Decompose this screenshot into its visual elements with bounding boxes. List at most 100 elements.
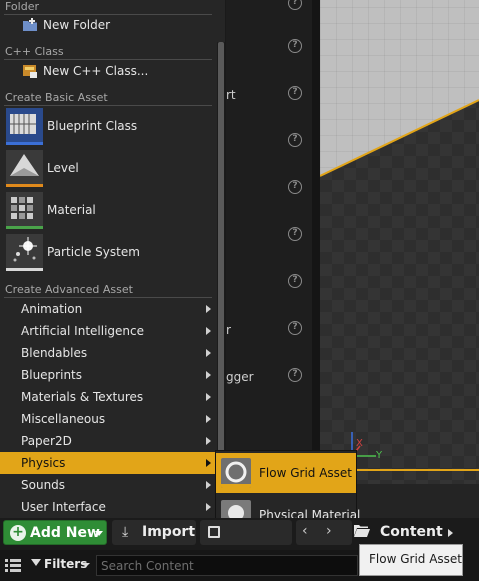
- chevron-right-icon: [206, 349, 211, 357]
- chevron-right-icon: [206, 503, 211, 511]
- material-item[interactable]: Material: [0, 190, 216, 232]
- chevron-down-icon: [95, 531, 103, 536]
- material-label: Material: [47, 203, 96, 217]
- chevron-right-icon[interactable]: [448, 529, 453, 537]
- details-label: r: [226, 323, 231, 337]
- tooltip-text: Flow Grid Asset: [369, 552, 463, 566]
- submenu-label: Animation: [21, 302, 83, 316]
- asset-type-stripe: [6, 142, 43, 145]
- details-row: gger ?: [226, 368, 312, 388]
- save-all-button[interactable]: [200, 520, 292, 545]
- new-folder-item[interactable]: New Folder: [0, 14, 216, 36]
- submenu-blendables[interactable]: Blendables: [0, 342, 216, 364]
- details-row: rt ?: [226, 86, 312, 106]
- submenu-materials-textures[interactable]: Materials & Textures: [0, 386, 216, 408]
- submenu-miscellaneous[interactable]: Miscellaneous: [0, 408, 216, 430]
- new-cpp-class-item[interactable]: New C++ Class...: [0, 60, 216, 82]
- chevron-right-icon: [206, 481, 211, 489]
- help-icon[interactable]: ?: [288, 274, 302, 288]
- save-icon: [208, 526, 220, 538]
- help-icon[interactable]: ?: [288, 86, 302, 100]
- import-button[interactable]: ⤓ Import: [112, 520, 196, 545]
- asset-type-stripe: [6, 184, 43, 187]
- details-row: r ?: [226, 321, 312, 341]
- tooltip: Flow Grid Asset: [359, 544, 463, 576]
- submenu-label: User Interface: [21, 500, 106, 514]
- level-label: Level: [47, 161, 79, 175]
- search-input[interactable]: [96, 555, 358, 576]
- submenu-label: Blueprints: [21, 368, 83, 382]
- chevron-right-icon: [206, 437, 211, 445]
- submenu-physics[interactable]: Physics: [0, 452, 216, 474]
- add-new-label: Add New: [30, 525, 100, 541]
- panel-splitter[interactable]: [312, 0, 320, 520]
- material-icon: [6, 192, 43, 229]
- level-item[interactable]: Level: [0, 148, 216, 190]
- section-header-basic: Create Basic Asset: [5, 91, 108, 104]
- section-header-folder: Folder: [5, 0, 39, 13]
- blueprint-class-item[interactable]: Blueprint Class: [0, 106, 216, 148]
- submenu-label: Physics: [21, 456, 66, 470]
- filters-button[interactable]: Filters: [27, 555, 93, 575]
- asset-type-stripe: [6, 268, 43, 271]
- filters-label: Filters: [44, 557, 88, 571]
- details-rows: ? ? rt ? ? ? ? ? r ? gger ?: [226, 0, 312, 420]
- submenu-label: Artificial Intelligence: [21, 324, 144, 338]
- flow-grid-asset-icon: [221, 458, 251, 488]
- sources-panel-toggle-icon[interactable]: [5, 558, 21, 572]
- path-breadcrumb: Content: [350, 520, 475, 545]
- details-row: ?: [226, 180, 312, 200]
- flow-grid-asset-label: Flow Grid Asset: [259, 466, 353, 480]
- submenu-animation[interactable]: Animation: [0, 298, 216, 320]
- chevron-down-icon: [82, 563, 90, 567]
- submenu-label: Blendables: [21, 346, 88, 360]
- submenu-blueprints[interactable]: Blueprints: [0, 364, 216, 386]
- forward-arrow-icon[interactable]: ›: [326, 523, 332, 539]
- submenu-paper2d[interactable]: Paper2D: [0, 430, 216, 452]
- help-icon[interactable]: ?: [288, 39, 302, 53]
- submenu-user-interface[interactable]: User Interface: [0, 496, 216, 518]
- asset-type-stripe: [6, 226, 43, 229]
- flow-grid-asset-item[interactable]: Flow Grid Asset: [216, 453, 356, 493]
- details-row: ?: [226, 227, 312, 247]
- details-row: ?: [226, 133, 312, 153]
- submenu-artificial-intelligence[interactable]: Artificial Intelligence: [0, 320, 216, 342]
- back-arrow-icon[interactable]: ‹: [302, 523, 308, 539]
- particle-system-label: Particle System: [47, 245, 140, 259]
- viewport-floor: [320, 99, 479, 484]
- submenu-sounds[interactable]: Sounds: [0, 474, 216, 496]
- chevron-right-icon: [206, 459, 211, 467]
- help-icon[interactable]: ?: [288, 0, 302, 10]
- axis-y-label: Y: [376, 450, 383, 461]
- level-viewport[interactable]: [320, 0, 479, 484]
- menu-scrollbar[interactable]: [217, 42, 225, 520]
- add-new-button[interactable]: + Add New: [3, 520, 107, 545]
- blueprint-class-label: Blueprint Class: [47, 119, 138, 133]
- level-icon: [6, 150, 43, 187]
- particle-system-item[interactable]: Particle System: [0, 232, 216, 274]
- help-icon[interactable]: ?: [288, 227, 302, 241]
- breadcrumb-content[interactable]: Content: [380, 524, 443, 540]
- plus-icon: +: [10, 525, 26, 541]
- blueprint-class-icon: [6, 108, 43, 145]
- particle-system-icon: [6, 234, 43, 271]
- cpp-class-icon: [23, 65, 37, 78]
- details-label: rt: [226, 88, 236, 102]
- import-icon: ⤓: [122, 524, 129, 540]
- submenu-label: Paper2D: [21, 434, 72, 448]
- details-row: ?: [226, 274, 312, 294]
- submenu-label: Sounds: [21, 478, 66, 492]
- menu-scrollbar-thumb[interactable]: [218, 42, 224, 512]
- chevron-right-icon: [206, 371, 211, 379]
- folder-open-icon: [354, 525, 370, 537]
- history-nav: ‹ ›: [296, 520, 352, 545]
- help-icon[interactable]: ?: [288, 368, 302, 382]
- help-icon[interactable]: ?: [288, 321, 302, 335]
- import-label: Import: [142, 524, 196, 540]
- new-cpp-class-label: New C++ Class...: [43, 64, 149, 78]
- help-icon[interactable]: ?: [288, 133, 302, 147]
- details-row: ?: [226, 39, 312, 59]
- new-folder-icon: [23, 18, 37, 31]
- help-icon[interactable]: ?: [288, 180, 302, 194]
- new-folder-label: New Folder: [43, 18, 111, 32]
